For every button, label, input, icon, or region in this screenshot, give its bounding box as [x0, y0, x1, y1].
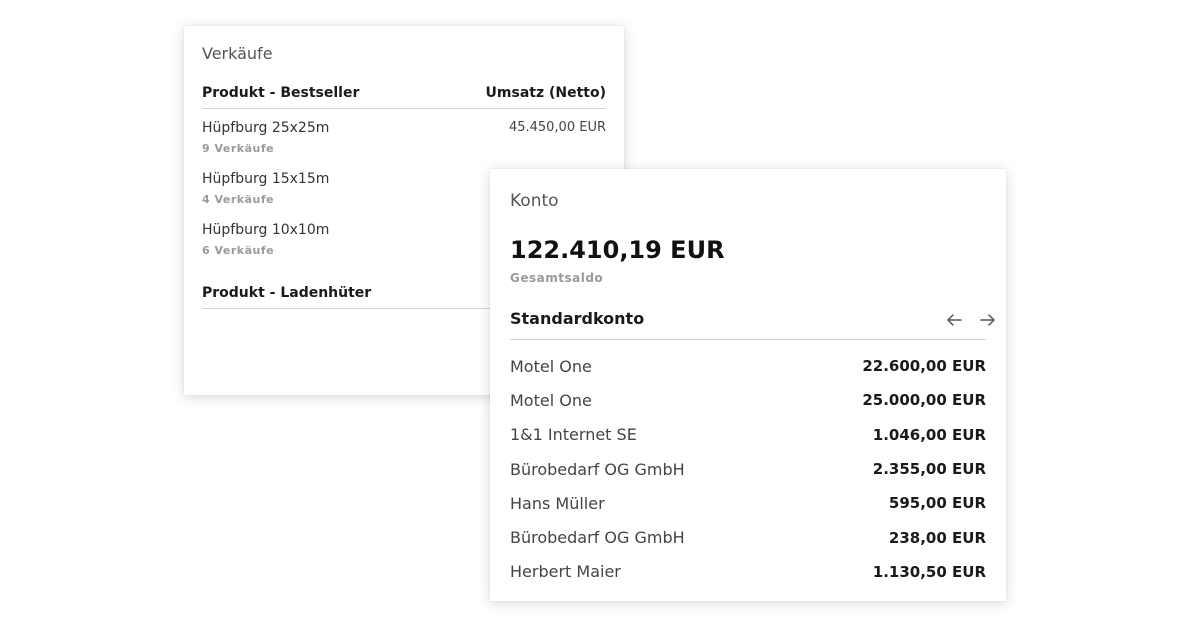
bestseller-column-label: Produkt - Bestseller	[202, 85, 360, 101]
sales-list-item[interactable]: Hüpfburg 25x25m 45.450,00 EUR 9 Verkäufe	[202, 120, 606, 155]
product-name: Hüpfburg 10x10m	[202, 222, 330, 238]
transaction-name: Motel One	[510, 390, 592, 410]
sales-count: 9 Verkäufe	[202, 142, 275, 155]
bestseller-header: Produkt - Bestseller Umsatz (Netto)	[202, 85, 606, 109]
transaction-row[interactable]: Motel One 25.000,00 EUR	[510, 383, 986, 417]
transaction-amount: 2.355,00 EUR	[872, 460, 986, 479]
transaction-name: Bürobedarf OG GmbH	[510, 459, 685, 479]
konto-card: Konto 122.410,19 EUR Gesamtsaldo Standar…	[490, 169, 1006, 601]
transaction-name: Bürobedarf OG GmbH	[510, 528, 685, 548]
transaction-amount: 22.600,00 EUR	[862, 357, 986, 376]
transaction-amount: 25.000,00 EUR	[862, 391, 986, 410]
transaction-name: 1&1 Internet SE	[510, 425, 637, 445]
product-name: Hüpfburg 25x25m	[202, 120, 330, 136]
transaction-amount: 238,00 EUR	[888, 528, 986, 547]
arrow-left-icon[interactable]	[943, 309, 965, 331]
transaction-amount: 1.046,00 EUR	[872, 425, 986, 444]
transaction-row[interactable]: 1&1 Internet SE 1.046,00 EUR	[510, 418, 986, 452]
product-name: Hüpfburg 15x15m	[202, 171, 330, 187]
transaction-name: Herbert Maier	[510, 562, 621, 582]
slowseller-column-label: Produkt - Ladenhüter	[202, 285, 372, 301]
total-balance-label: Gesamtsaldo	[510, 271, 604, 285]
transaction-row[interactable]: Hans Müller 595,00 EUR	[510, 486, 986, 520]
transaction-amount: 595,00 EUR	[888, 494, 986, 513]
product-revenue: 45.450,00 EUR	[508, 120, 606, 135]
transaction-name: Hans Müller	[510, 493, 605, 513]
transaction-row[interactable]: Herbert Maier 1.130,50 EUR	[510, 555, 986, 589]
konto-card-title: Konto	[510, 191, 559, 211]
arrow-right-icon[interactable]	[977, 309, 999, 331]
transaction-amount: 1.130,50 EUR	[872, 562, 986, 581]
transaction-row[interactable]: Bürobedarf OG GmbH 2.355,00 EUR	[510, 452, 986, 486]
transaction-list: Motel One 22.600,00 EUR Motel One 25.000…	[510, 349, 986, 589]
sales-card-title: Verkäufe	[202, 44, 273, 63]
total-balance: 122.410,19 EUR	[510, 236, 725, 264]
transaction-row[interactable]: Motel One 22.600,00 EUR	[510, 349, 986, 383]
account-name: Standardkonto	[510, 309, 645, 328]
transaction-name: Motel One	[510, 356, 592, 376]
revenue-column-label: Umsatz (Netto)	[485, 85, 606, 101]
account-header: Standardkonto	[510, 309, 995, 340]
transaction-row[interactable]: Bürobedarf OG GmbH 238,00 EUR	[510, 520, 986, 554]
